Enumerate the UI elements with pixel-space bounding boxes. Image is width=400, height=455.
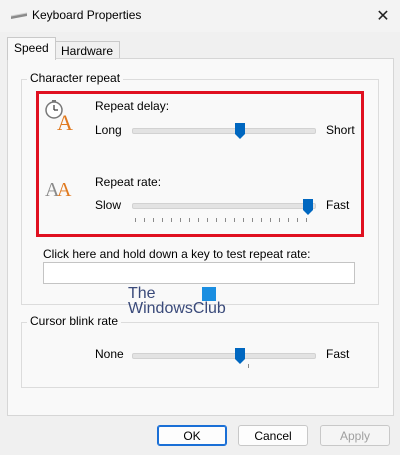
- repeat-rate-ticks: [135, 218, 313, 222]
- watermark-line-2: WindowsClub: [128, 300, 226, 317]
- cursor-blink-legend: Cursor blink rate: [27, 314, 122, 328]
- highlight-box: [36, 91, 364, 237]
- repeat-delay-label: Repeat delay:: [95, 99, 170, 113]
- repeat-rate-max-label: Fast: [326, 198, 350, 212]
- repeat-rate-label: Repeat rate:: [95, 175, 162, 189]
- close-icon: ✕: [376, 8, 390, 25]
- repeat-delay-icon: A: [45, 100, 73, 132]
- window-title: Keyboard Properties: [32, 8, 142, 22]
- repeat-delay-min-label: Long: [95, 123, 122, 137]
- cursor-blink-slider[interactable]: [132, 353, 316, 359]
- character-repeat-legend: Character repeat: [27, 71, 124, 85]
- svg-text:A: A: [57, 179, 72, 200]
- repeat-delay-max-label: Short: [326, 123, 355, 137]
- test-prompt-label: Click here and hold down a key to test r…: [43, 247, 311, 261]
- close-button[interactable]: ✕: [368, 2, 398, 30]
- repeat-delay-slider[interactable]: [132, 128, 316, 134]
- test-repeat-input[interactable]: [43, 262, 355, 284]
- cursor-blink-thumb[interactable]: [234, 347, 246, 365]
- keyboard-icon: [10, 12, 28, 19]
- repeat-rate-slider[interactable]: [132, 203, 316, 209]
- repeat-rate-min-label: Slow: [95, 198, 122, 212]
- cursor-blink-tick: [248, 364, 250, 368]
- cursor-blink-min-label: None: [95, 347, 124, 361]
- repeat-delay-thumb[interactable]: [234, 122, 246, 140]
- title-bar: Keyboard Properties ✕: [0, 0, 400, 32]
- apply-button[interactable]: Apply: [320, 425, 390, 446]
- cancel-button[interactable]: Cancel: [238, 425, 308, 446]
- repeat-rate-icon: A A: [45, 179, 72, 200]
- cursor-blink-max-label: Fast: [326, 347, 350, 361]
- watermark-logo-icon: [202, 287, 216, 301]
- repeat-rate-thumb[interactable]: [302, 198, 314, 216]
- svg-text:A: A: [57, 110, 73, 132]
- tab-speed[interactable]: Speed: [7, 37, 56, 60]
- ok-button[interactable]: OK: [157, 425, 227, 446]
